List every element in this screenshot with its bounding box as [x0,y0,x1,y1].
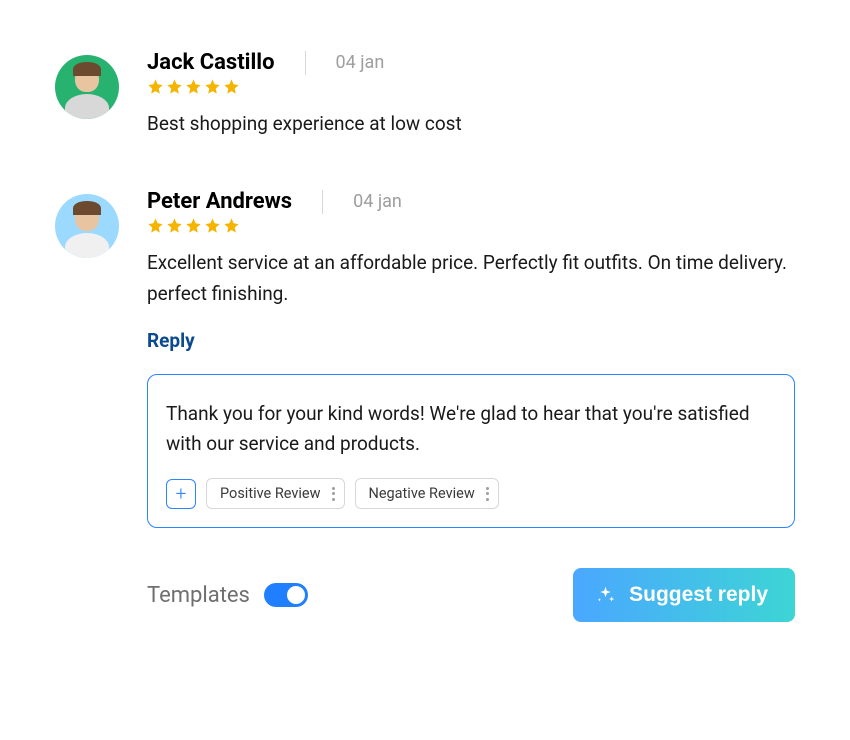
more-icon[interactable] [332,487,335,501]
star-icon [223,78,240,95]
review-date: 04 jan [336,52,385,73]
review-item: Jack Castillo 04 jan Best shopping exper… [55,50,795,139]
suggest-reply-button[interactable]: Suggest reply [573,568,795,622]
review-item: Peter Andrews 04 jan Excellent service a… [55,189,795,528]
star-icon [223,217,240,234]
reply-link[interactable]: Reply [147,329,195,352]
star-icon [204,78,221,95]
reviewer-name: Jack Castillo [147,50,275,75]
star-icon [185,217,202,234]
star-rating [147,78,795,95]
reviewer-name: Peter Andrews [147,189,292,214]
templates-label: Templates [147,583,250,608]
review-text: Excellent service at an affordable price… [147,248,795,309]
divider [305,51,306,75]
template-chip-positive[interactable]: Positive Review [206,478,345,509]
add-template-button[interactable]: + [166,479,196,509]
more-icon[interactable] [486,487,489,501]
chip-label: Positive Review [220,485,321,502]
review-date: 04 jan [353,191,402,212]
star-icon [185,78,202,95]
divider [322,190,323,214]
plus-icon: + [176,482,187,505]
review-text: Best shopping experience at low cost [147,109,795,139]
star-icon [147,217,164,234]
templates-toggle[interactable] [264,583,308,607]
star-icon [204,217,221,234]
star-rating [147,217,795,234]
reply-draft-text[interactable]: Thank you for your kind words! We're gla… [166,399,770,458]
sparkle-icon [595,585,616,606]
avatar [55,194,119,258]
suggest-reply-label: Suggest reply [629,583,768,607]
reply-box[interactable]: Thank you for your kind words! We're gla… [147,374,795,528]
template-chip-negative[interactable]: Negative Review [355,478,499,509]
chip-label: Negative Review [369,485,475,502]
star-icon [166,78,183,95]
avatar [55,55,119,119]
star-icon [147,78,164,95]
star-icon [166,217,183,234]
